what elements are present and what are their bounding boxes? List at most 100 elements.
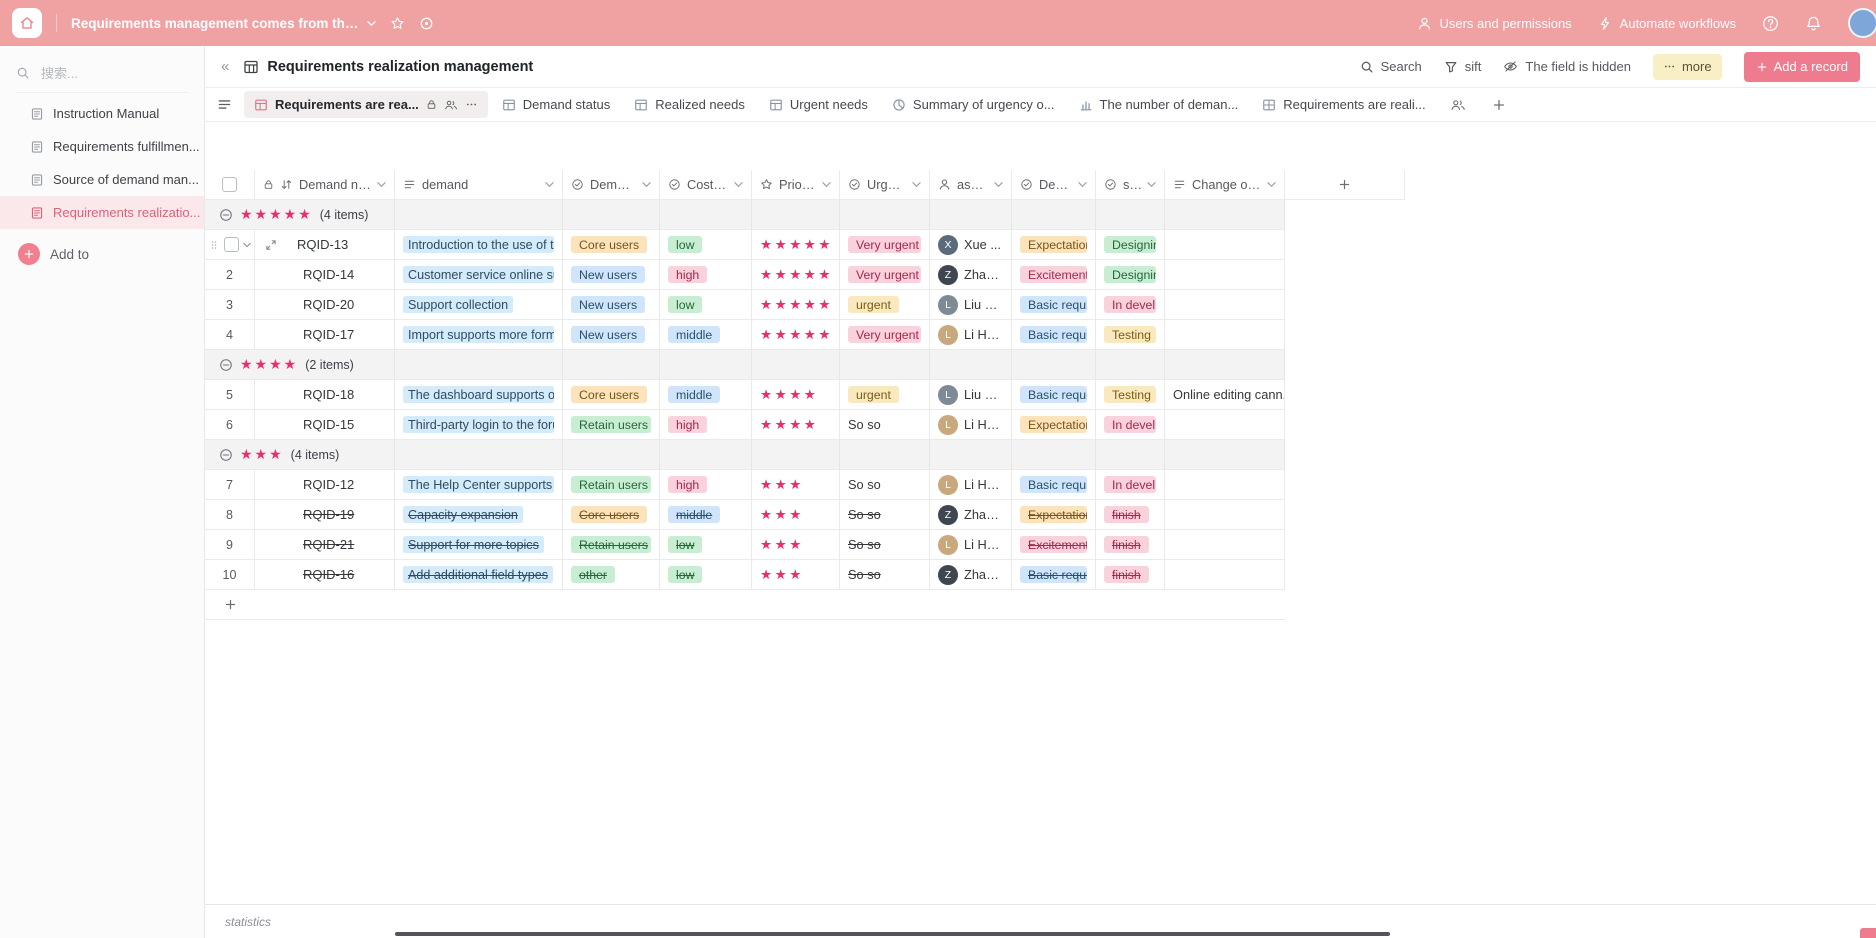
- table-row-RQID-21[interactable]: 9RQID-21Support for more topicsRetain us…: [205, 530, 1285, 560]
- table-row-RQID-19[interactable]: 8RQID-19Capacity expansionCore usersmidd…: [205, 500, 1285, 530]
- hidden-fields-button[interactable]: The field is hidden: [1503, 59, 1631, 74]
- cell-priority[interactable]: ★★★: [752, 500, 840, 529]
- corner-widget[interactable]: [1860, 928, 1876, 938]
- cell-change[interactable]: [1165, 500, 1285, 529]
- column-header-cost[interactable]: Cost of d...: [660, 170, 752, 199]
- cell-demand-type[interactable]: Basic requir...: [1012, 470, 1096, 499]
- add-table-button[interactable]: Add to: [18, 243, 204, 265]
- view-tab-4[interactable]: Summary of urgency o...: [882, 91, 1065, 118]
- sidebar-search[interactable]: [16, 54, 188, 93]
- row-number-cell[interactable]: 4: [205, 320, 255, 349]
- column-menu-caret-icon[interactable]: [912, 180, 921, 189]
- row-number-cell[interactable]: 9: [205, 530, 255, 559]
- column-header-type[interactable]: Deman...: [1012, 170, 1096, 199]
- group-header-row-2[interactable]: ★★★(4 items): [205, 440, 1285, 470]
- cell-change[interactable]: [1165, 260, 1285, 289]
- cell-cost[interactable]: middle: [660, 500, 752, 529]
- cell-urgency[interactable]: urgent: [840, 380, 930, 409]
- cell-urgency[interactable]: So so: [840, 470, 930, 499]
- cell-priority[interactable]: ★★★★: [752, 410, 840, 439]
- table-row-RQID-12[interactable]: 7RQID-12The Help Center supports ansReta…: [205, 470, 1285, 500]
- cell-assignee[interactable]: ZZhan...: [930, 560, 1012, 589]
- cell-demand-source[interactable]: Core users: [563, 230, 660, 259]
- cell-state[interactable]: In devel...: [1096, 290, 1165, 319]
- view-menu-icon[interactable]: [465, 98, 478, 111]
- cell-urgency[interactable]: Very urgent: [840, 230, 930, 259]
- add-view-icon[interactable]: [1492, 98, 1506, 112]
- cell-priority[interactable]: ★★★★★: [752, 260, 840, 289]
- search-button[interactable]: Search: [1360, 59, 1422, 74]
- table-row-RQID-17[interactable]: 4RQID-17Import supports more formatsNew …: [205, 320, 1285, 350]
- cell-demand-number[interactable]: RQID-21: [255, 530, 395, 559]
- row-number-cell[interactable]: 7: [205, 470, 255, 499]
- column-menu-caret-icon[interactable]: [545, 180, 554, 189]
- cell-demand-type[interactable]: Excitement ...: [1012, 530, 1096, 559]
- column-menu-caret-icon[interactable]: [377, 180, 386, 189]
- cell-change[interactable]: [1165, 530, 1285, 559]
- row-number-cell[interactable]: 10: [205, 560, 255, 589]
- table-row-RQID-15[interactable]: 6RQID-15Third-party login to the forumRe…: [205, 410, 1285, 440]
- sidebar-item-2[interactable]: Source of demand man...: [0, 163, 204, 196]
- cell-change[interactable]: [1165, 410, 1285, 439]
- column-header-priority[interactable]: Priority: [752, 170, 840, 199]
- cell-demand-source[interactable]: Retain users: [563, 470, 660, 499]
- help-icon[interactable]: [1762, 15, 1779, 32]
- view-collaborators-icon[interactable]: [444, 98, 458, 112]
- collapse-group-icon[interactable]: [219, 208, 233, 222]
- view-tab-6[interactable]: Requirements are reali...: [1252, 91, 1435, 118]
- cell-cost[interactable]: low: [660, 290, 752, 319]
- cell-change[interactable]: [1165, 290, 1285, 319]
- row-number-cell[interactable]: 6: [205, 410, 255, 439]
- cell-priority[interactable]: ★★★★★: [752, 320, 840, 349]
- cell-assignee[interactable]: ZZhan...: [930, 500, 1012, 529]
- view-tab-5[interactable]: The number of deman...: [1069, 91, 1249, 118]
- home-button[interactable]: [12, 8, 42, 38]
- table-row-RQID-20[interactable]: 3RQID-20Support collectionNew userslow★★…: [205, 290, 1285, 320]
- cell-cost[interactable]: high: [660, 260, 752, 289]
- cell-demand-source[interactable]: New users: [563, 290, 660, 319]
- workspace-title[interactable]: Requirements management comes from the t…: [71, 16, 361, 31]
- cell-state[interactable]: Testing: [1096, 380, 1165, 409]
- select-all-checkbox[interactable]: [222, 177, 237, 192]
- cell-urgency[interactable]: So so: [840, 410, 930, 439]
- column-header-demand[interactable]: demand: [395, 170, 563, 199]
- cell-demand-type[interactable]: Expectation...: [1012, 500, 1096, 529]
- cell-priority[interactable]: ★★★: [752, 470, 840, 499]
- cell-demand[interactable]: Customer service online supp: [395, 260, 563, 289]
- cell-cost[interactable]: low: [660, 230, 752, 259]
- cell-priority[interactable]: ★★★: [752, 530, 840, 559]
- cell-state[interactable]: Designing: [1096, 260, 1165, 289]
- cell-urgency[interactable]: Very urgent: [840, 260, 930, 289]
- cell-demand[interactable]: The dashboard supports onlin: [395, 380, 563, 409]
- cell-state[interactable]: Designing: [1096, 230, 1165, 259]
- row-checkbox[interactable]: [224, 237, 239, 252]
- users-permissions-button[interactable]: Users and permissions: [1417, 16, 1571, 31]
- user-avatar[interactable]: [1848, 8, 1876, 38]
- cell-demand-number[interactable]: RQID-14: [255, 260, 395, 289]
- cell-urgency[interactable]: So so: [840, 530, 930, 559]
- cell-change[interactable]: [1165, 470, 1285, 499]
- cell-demand-source[interactable]: Core users: [563, 500, 660, 529]
- row-number-cell[interactable]: 8: [205, 500, 255, 529]
- view-tab-2[interactable]: Realized needs: [624, 91, 755, 118]
- add-record-button[interactable]: Add a record: [1744, 52, 1860, 82]
- cell-demand-number[interactable]: RQID-13: [255, 230, 395, 259]
- cell-priority[interactable]: ★★★★: [752, 380, 840, 409]
- sidebar-item-3[interactable]: Requirements realizatio...: [0, 196, 204, 229]
- favorite-star-icon[interactable]: [390, 16, 405, 31]
- workspace-caret-icon[interactable]: [367, 19, 376, 28]
- column-header-state[interactable]: state: [1096, 170, 1165, 199]
- column-menu-caret-icon[interactable]: [642, 180, 651, 189]
- cell-urgency[interactable]: urgent: [840, 290, 930, 319]
- cell-demand[interactable]: Third-party login to the forum: [395, 410, 563, 439]
- row-number-cell[interactable]: 2: [205, 260, 255, 289]
- cell-demand-source[interactable]: New users: [563, 320, 660, 349]
- column-header-assignee[interactable]: assign...: [930, 170, 1012, 199]
- cell-cost[interactable]: high: [660, 470, 752, 499]
- cell-demand-source[interactable]: other: [563, 560, 660, 589]
- cell-demand-number[interactable]: RQID-20: [255, 290, 395, 319]
- column-header-change[interactable]: Change of req...: [1165, 170, 1285, 199]
- collapse-group-icon[interactable]: [219, 358, 233, 372]
- row-number-cell[interactable]: 3: [205, 290, 255, 319]
- collapse-sidebar-button[interactable]: «: [221, 59, 229, 74]
